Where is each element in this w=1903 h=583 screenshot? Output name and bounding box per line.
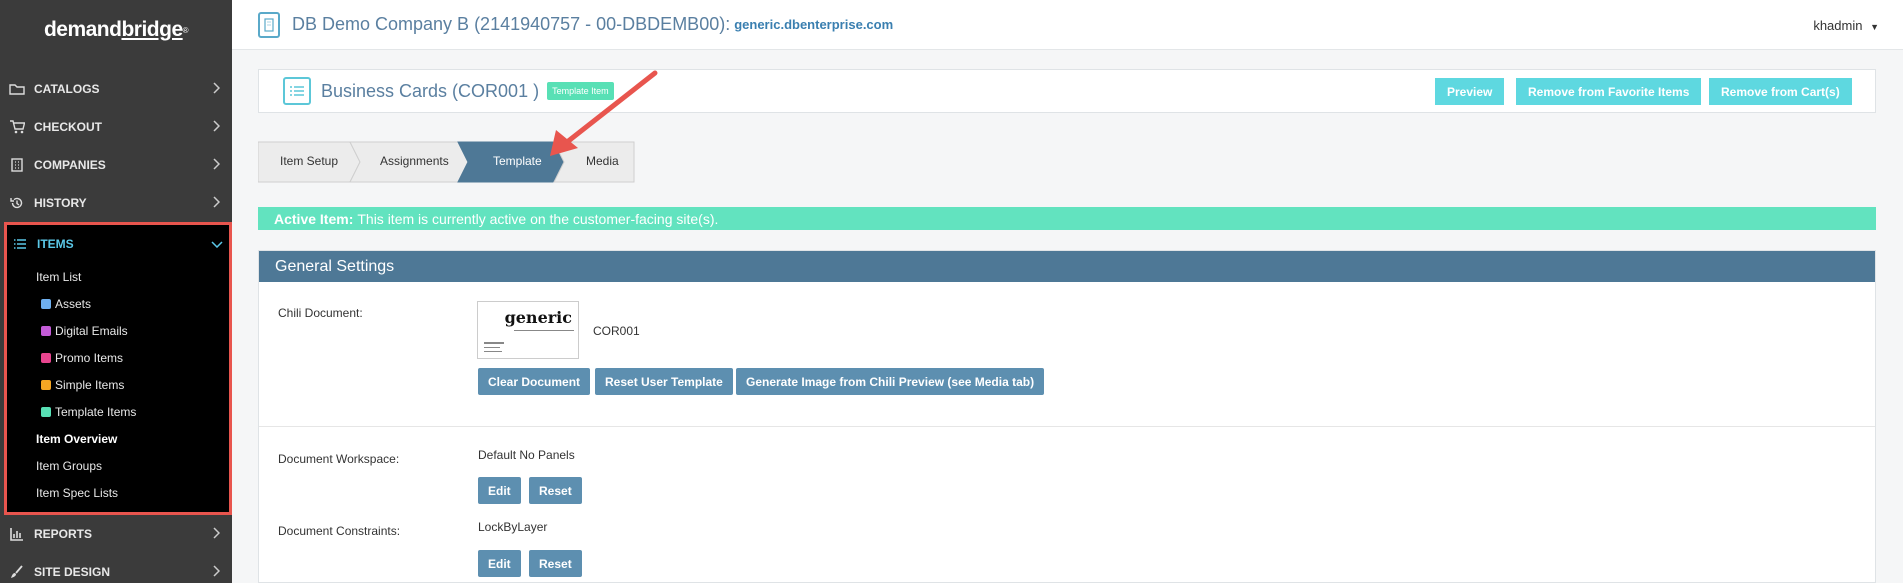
sub-item-promo-items[interactable]: Promo Items [7,344,229,371]
active-item-notice: Active Item: This item is currently acti… [258,207,1876,230]
remove-cart-button[interactable]: Remove from Cart(s) [1709,78,1852,105]
color-swatch [41,379,51,390]
general-settings-panel: General Settings Chili Document: generic… [258,250,1876,583]
sub-item-label: Template Items [55,404,137,419]
sidebar: demand bridge ® CATALOGS CHECKOUT COMPANIE… [0,0,232,583]
building-icon [258,11,280,38]
history-icon [8,196,26,210]
clear-document-button[interactable]: Clear Document [478,368,591,395]
sub-item-label: Item Spec Lists [36,485,119,500]
sidebar-item-label: COMPANIES [34,158,106,172]
chevron-right-icon [212,564,221,580]
step-assignments[interactable]: Assignments [380,154,449,168]
constraints-edit-button[interactable]: Edit [478,550,521,577]
sub-item-item-spec-lists[interactable]: Item Spec Lists [7,479,229,506]
building-icon [8,158,26,172]
chevron-right-icon [212,119,221,135]
sidebar-item-label: CATALOGS [34,82,100,96]
reset-user-template-button[interactable]: Reset User Template [595,368,733,395]
items-section-highlight: ITEMS Item List Assets Digital Emails Pr… [4,222,232,515]
logo-main: demand [43,18,122,41]
document-workspace-value: Default No Panels [478,448,575,462]
chevron-right-icon [212,526,221,542]
sub-item-item-groups[interactable]: Item Groups [7,452,229,479]
color-swatch [41,325,51,336]
sub-item-label: Item List [36,269,82,284]
chili-document-value: COR001 [593,324,640,338]
sidebar-item-label: SITE DESIGN [34,565,111,579]
chili-document-thumbnail[interactable]: generic [477,301,579,359]
sub-item-label: Promo Items [55,350,124,365]
top-bar: DB Demo Company B (2141940757 - 00-DBDEM… [232,0,1903,50]
sidebar-item-checkout[interactable]: CHECKOUT [0,108,232,146]
sidebar-item-label: HISTORY [34,196,87,210]
workspace-reset-button[interactable]: Reset [529,477,582,504]
company-url-link[interactable]: generic.dbenterprise.com [734,17,893,32]
sub-item-label: Assets [55,296,92,311]
sidebar-item-history[interactable]: HISTORY [0,184,232,222]
item-title: Business Cards (COR001 ) [321,80,540,101]
bar-chart-icon [8,527,26,541]
sidebar-item-items[interactable]: ITEMS [7,225,229,263]
cart-icon [8,120,26,134]
remove-favorite-button[interactable]: Remove from Favorite Items [1516,78,1702,105]
step-item-setup[interactable]: Item Setup [280,154,338,168]
chevron-right-icon [212,195,221,211]
sidebar-item-catalogs[interactable]: CATALOGS [0,70,232,108]
sub-item-assets[interactable]: Assets [7,290,229,317]
document-constraints-value: LockByLayer [478,520,548,534]
logo-accent: bridge [121,18,183,41]
caret-down-icon: ▼ [1870,22,1879,32]
step-template[interactable]: Template [493,154,542,168]
registered-mark: ® [182,25,189,35]
sub-item-digital-emails[interactable]: Digital Emails [7,317,229,344]
sidebar-item-companies[interactable]: COMPANIES [0,146,232,184]
generate-image-button[interactable]: Generate Image from Chili Preview (see M… [736,368,1045,395]
sub-item-label: Item Groups [36,458,103,473]
user-menu[interactable]: khadmin ▼ [1813,18,1879,33]
sub-item-label: Digital Emails [55,323,128,338]
color-swatch [41,298,51,309]
sub-item-simple-items[interactable]: Simple Items [7,371,229,398]
notice-title: Active Item: [274,210,354,227]
divider [259,426,1875,427]
workspace-edit-button[interactable]: Edit [478,477,521,504]
constraints-reset-button[interactable]: Reset [529,550,582,577]
sidebar-item-label: CHECKOUT [34,120,102,134]
folder-icon [8,82,26,96]
preview-button[interactable]: Preview [1435,78,1505,105]
document-constraints-label: Document Constraints: [278,524,401,538]
color-swatch [41,352,51,363]
chevron-right-icon [212,81,221,97]
sidebar-item-label: ITEMS [37,237,74,251]
item-header: Business Cards (COR001 ) Template Item P… [258,69,1876,113]
username: khadmin [1813,18,1863,33]
sidebar-item-label: REPORTS [34,527,93,541]
sub-item-item-list[interactable]: Item List [7,263,229,290]
sub-item-label: Simple Items [55,377,125,392]
sub-item-label: Item Overview [36,431,118,446]
logo[interactable]: demand bridge ® [0,0,232,60]
sub-item-template-items[interactable]: Template Items [7,398,229,425]
document-workspace-label: Document Workspace: [278,452,400,466]
company-name: DB Demo Company B (2141940757 - 00-DBDEM… [292,14,731,34]
sidebar-item-site-design[interactable]: SITE DESIGN [0,553,232,583]
sidebar-item-reports[interactable]: REPORTS [0,515,232,553]
thumbnail-brand: generic [504,308,572,327]
sub-item-item-overview[interactable]: Item Overview [7,425,229,452]
list-icon [11,237,29,251]
notice-text: This item is currently active on the cus… [357,210,719,227]
panel-title: General Settings [259,251,1875,282]
chevron-right-icon [212,157,221,173]
chili-document-label: Chili Document: [278,306,363,320]
annotation-arrow [550,70,658,156]
chevron-down-icon [211,237,223,251]
color-swatch [41,406,51,417]
list-icon [283,77,311,105]
brush-icon [8,565,26,579]
